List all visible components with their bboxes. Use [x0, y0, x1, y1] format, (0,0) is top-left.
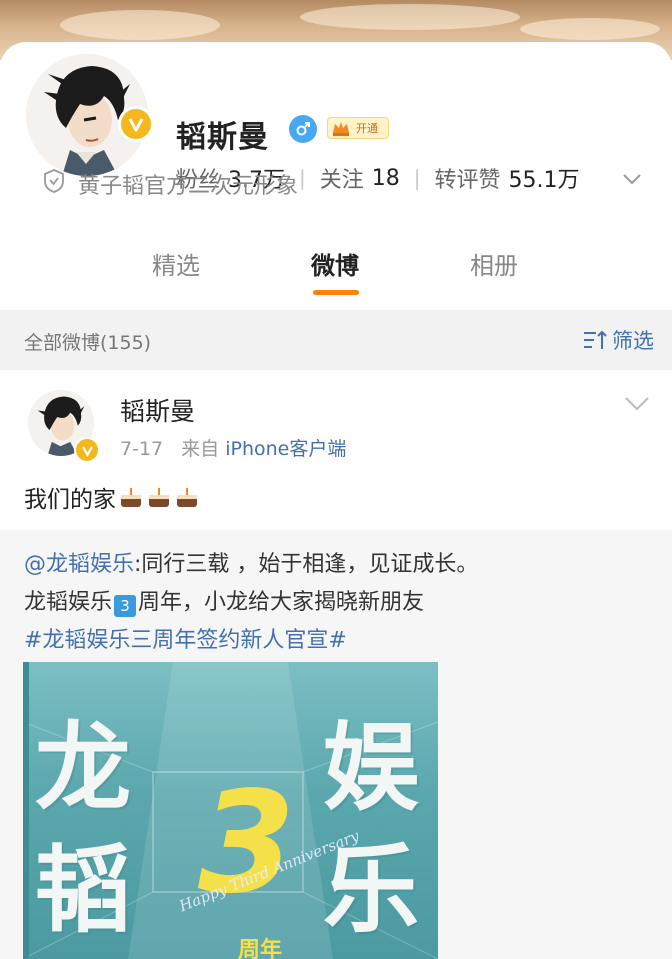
tab-featured[interactable]: 精选	[152, 246, 200, 281]
chevron-down-icon[interactable]	[622, 172, 642, 186]
tab-weibo[interactable]: 微博	[311, 246, 359, 281]
cake-icon	[177, 488, 197, 507]
poster-char-yu: 娱	[323, 712, 419, 824]
post-source[interactable]: iPhone客户端	[225, 438, 346, 460]
post-source-prefix: 来自	[181, 438, 220, 460]
verified-badge-icon	[74, 437, 100, 463]
anniversary-poster-image[interactable]: 龙 韬 娱 乐 3 Happy Third Anniversary 周年	[23, 662, 438, 959]
repost-text-1: :同行三载 ，始于相逢，见证成长。	[134, 552, 479, 577]
repost-line-2: 龙韬娱乐 3 周年，小龙给大家揭晓新朋友	[24, 584, 424, 617]
active-tab-indicator	[313, 290, 359, 295]
cake-icon	[121, 488, 141, 507]
post-body: 我们的家	[24, 487, 116, 513]
shield-icon	[44, 169, 64, 193]
post-text: 我们的家	[24, 480, 200, 514]
mention-link[interactable]: @龙韬娱乐	[24, 552, 134, 577]
filter-button[interactable]: 筛选	[582, 325, 654, 355]
hashtag-link[interactable]: #龙韬娱乐三周年签约新人官宣#	[24, 628, 347, 653]
poster-foot-text: 周年	[238, 938, 283, 959]
post-author-name[interactable]: 韬斯曼	[120, 392, 195, 428]
poster-char-tao: 韬	[35, 834, 131, 946]
repost-text-2a: 龙韬娱乐	[24, 590, 113, 615]
cake-icon	[149, 488, 169, 507]
filter-icon	[584, 330, 607, 349]
weibo-post: 韬斯曼 7-17 来自 iPhone客户端 我们的家	[0, 370, 672, 530]
repost-line-1: @龙韬娱乐:同行三载 ，始于相逢，见证成长。	[24, 546, 478, 578]
crown-icon	[333, 122, 349, 136]
repost-text-2b: 周年，小龙给大家揭晓新朋友	[138, 590, 425, 615]
keycap-3-icon: 3	[114, 595, 137, 617]
vip-label: 开通	[356, 122, 378, 135]
profile-name: 韬斯曼	[176, 120, 269, 155]
verified-badge-icon	[118, 106, 154, 142]
filter-bar: 全部微博(155) 筛选	[0, 310, 672, 370]
chevron-down-icon[interactable]	[624, 396, 650, 412]
post-count-label: 全部微博(155)	[24, 332, 152, 354]
male-gender-icon	[289, 115, 317, 143]
profile-description: 黄子韬官方二次元形象	[78, 174, 299, 199]
post-date: 7-17	[120, 438, 164, 460]
reposted-content[interactable]: @龙韬娱乐:同行三载 ，始于相逢，见证成长。 龙韬娱乐 3 周年，小龙给大家揭晓新朋…	[0, 530, 672, 959]
repost-line-3: #龙韬娱乐三周年签约新人官宣#	[24, 622, 347, 654]
vip-open-badge[interactable]: 开通	[327, 117, 389, 139]
post-meta: 7-17 来自 iPhone客户端	[120, 434, 346, 461]
filter-label: 筛选	[612, 329, 654, 353]
poster-char-long: 龙	[35, 712, 131, 824]
tab-album[interactable]: 相册	[470, 246, 518, 281]
